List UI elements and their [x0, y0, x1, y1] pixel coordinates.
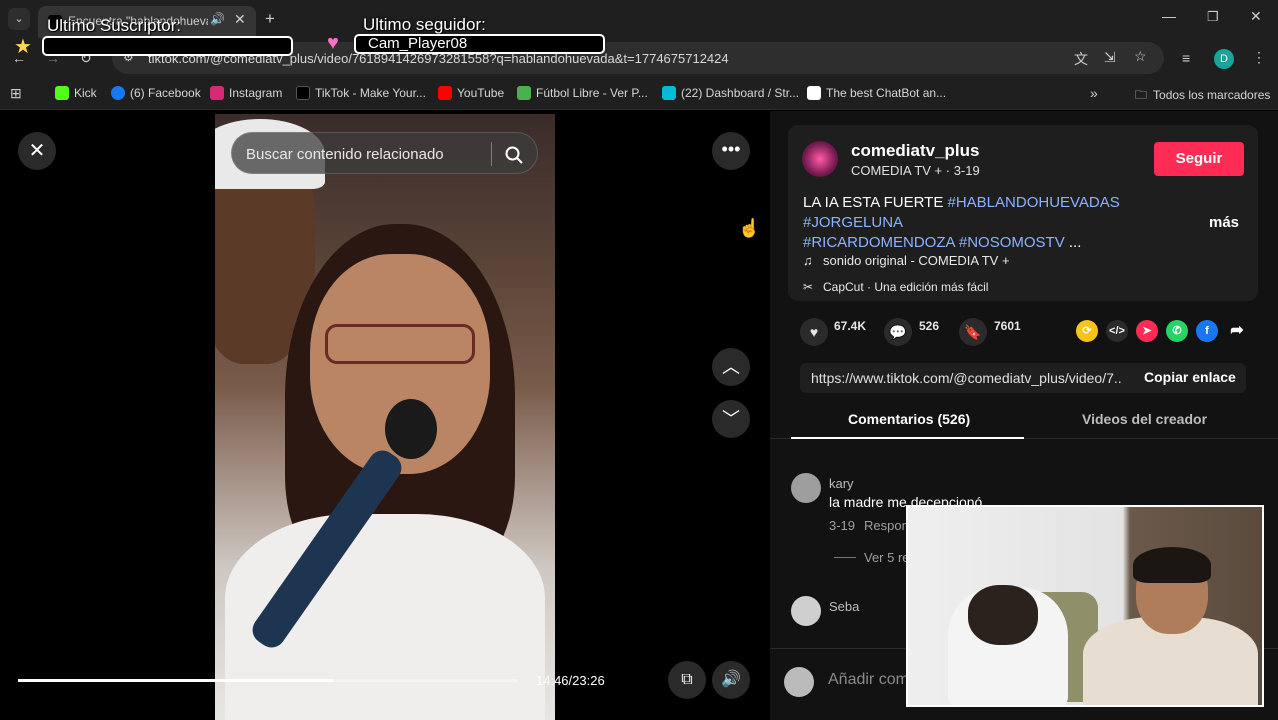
embed-icon[interactable]: </>: [1106, 320, 1128, 342]
save-count: 7601: [994, 319, 1021, 333]
dashboard-icon: [662, 86, 676, 100]
repost-icon[interactable]: ⟳: [1076, 320, 1098, 342]
microphone-head: [385, 399, 437, 459]
last-follower-value: Cam_Player08: [368, 35, 468, 52]
futbol-libre-icon: [517, 86, 531, 100]
more-link[interactable]: más: [1209, 214, 1239, 231]
share-link-text[interactable]: https://www.tiktok.com/@comediatv_plus/v…: [811, 370, 1121, 386]
time-display: 14:46/23:26: [536, 673, 605, 688]
comment-user[interactable]: Seba: [829, 599, 859, 614]
minimize-icon[interactable]: —: [1162, 8, 1176, 24]
creator-subtitle: COMEDIA TV + · 3-19: [851, 163, 980, 178]
next-video-button[interactable]: ﹀: [712, 400, 750, 438]
comment-icon[interactable]: 💬: [884, 318, 912, 346]
comment-date: 3-19: [829, 518, 856, 533]
bookmark-facebook[interactable]: (6) Facebook: [111, 86, 201, 100]
bookmark-futbol-libre[interactable]: Fútbol Libre - Ver P...: [517, 86, 648, 100]
heart-icon: ♥: [327, 32, 339, 54]
related-search-box[interactable]: [231, 132, 538, 174]
translate-icon[interactable]: 文: [1074, 49, 1088, 69]
floating-player-button[interactable]: ⧉: [668, 661, 706, 699]
install-icon[interactable]: ⇲: [1104, 49, 1116, 66]
comment-user[interactable]: kary: [829, 476, 854, 491]
star-icon: ★: [14, 36, 32, 58]
copy-link-button[interactable]: Copiar enlace: [1144, 369, 1236, 385]
apps-grid-icon[interactable]: ⊞: [10, 85, 22, 102]
youtube-icon: [438, 86, 452, 100]
more-options-button[interactable]: •••: [712, 132, 750, 170]
tab-search-icon[interactable]: ⌄: [8, 8, 30, 30]
folder-icon: 🗀: [1135, 88, 1148, 102]
like-icon[interactable]: ♥: [800, 318, 828, 346]
search-icon[interactable]: [504, 145, 524, 165]
bookmark-kick[interactable]: Kick: [55, 86, 97, 100]
music-note-icon: ♫: [803, 253, 813, 268]
share-arrow-icon[interactable]: ➦: [1226, 320, 1248, 342]
capcut-icon: ✂: [803, 280, 814, 294]
post-description: LA IA ESTA FUERTE #HABLANDOHUEVADAS #JOR…: [803, 194, 1120, 251]
share-link-box[interactable]: https://www.tiktok.com/@comediatv_plus/v…: [800, 363, 1246, 393]
progress-fill: [18, 679, 333, 682]
hashtags-line-2[interactable]: #RICARDOMENDOZA #NOSOMOSTV: [803, 234, 1065, 251]
bookmark-chatbot[interactable]: The best ChatBot an...: [807, 86, 946, 100]
bookmark-icon[interactable]: 🔖: [959, 318, 987, 346]
active-tab-indicator: [791, 437, 1024, 439]
chatbot-icon: [807, 86, 821, 100]
facebook-icon: [111, 86, 125, 100]
avatar[interactable]: [791, 473, 821, 503]
tiktok-icon: [296, 86, 310, 100]
sound-link[interactable]: ♫ sonido original - COMEDIA TV +: [803, 253, 1010, 268]
bookmark-tiktok[interactable]: TikTok - Make Your...: [296, 86, 426, 100]
whatsapp-icon[interactable]: ✆: [1166, 320, 1188, 342]
avatar[interactable]: [791, 596, 821, 626]
tab-creator-videos[interactable]: Videos del creador: [1082, 411, 1207, 427]
menu-icon[interactable]: ⋮: [1252, 49, 1266, 66]
creator-avatar[interactable]: [802, 141, 838, 177]
progress-bar[interactable]: [18, 679, 518, 682]
restore-icon[interactable]: ❐: [1207, 9, 1219, 25]
volume-button[interactable]: 🔊: [712, 661, 750, 699]
previous-video-button[interactable]: ︿: [712, 348, 750, 386]
webcam-overlay: [906, 505, 1264, 707]
comment-count: 526: [919, 319, 940, 333]
close-video-button[interactable]: ✕: [18, 132, 56, 170]
new-tab-icon[interactable]: +: [265, 9, 275, 29]
mouse-cursor-icon: ☝: [738, 218, 761, 238]
facebook-share-icon[interactable]: f: [1196, 320, 1218, 342]
close-tab-icon[interactable]: ✕: [234, 11, 246, 28]
last-subscriber-box: [42, 36, 293, 56]
like-count: 67.4K: [834, 319, 867, 333]
capcut-link[interactable]: ✂ CapCut · Una edición más fácil: [803, 280, 988, 294]
search-separator: [491, 142, 492, 166]
tab-comments[interactable]: Comentarios (526): [848, 411, 970, 427]
last-follower-label: Ultimo seguidor:: [363, 15, 486, 34]
my-avatar: [784, 667, 814, 697]
replies-line: [834, 557, 856, 558]
webcam-person-left-head: [968, 585, 1038, 645]
browser-tab-bar: ⌄ Encuentra "hablandohuevadas" 🔊 ✕ + — ❐…: [0, 0, 1278, 38]
last-follower-box: Cam_Player08: [354, 34, 605, 54]
post-info-card: comediatv_plus COMEDIA TV + · 3-19 Segui…: [788, 125, 1258, 301]
last-subscriber-label: Ultimo Suscriptor:: [47, 16, 182, 35]
related-search-input[interactable]: [246, 143, 486, 165]
bookmarks-bar: ⊞ Kick (6) Facebook Instagram TikTok - M…: [0, 78, 1278, 110]
instagram-icon: [210, 86, 224, 100]
close-window-icon[interactable]: ✕: [1250, 8, 1262, 25]
bookmark-dashboard[interactable]: (22) Dashboard / Str...: [662, 86, 799, 100]
kick-icon: [55, 86, 69, 100]
bookmark-instagram[interactable]: Instagram: [210, 86, 282, 100]
creator-username[interactable]: comediatv_plus: [851, 141, 980, 161]
speaker-icon[interactable]: 🔊: [210, 12, 225, 26]
send-icon[interactable]: ➤: [1136, 320, 1158, 342]
bookmark-youtube[interactable]: YouTube: [438, 86, 504, 100]
bookmark-star-icon[interactable]: ☆: [1134, 48, 1147, 65]
more-bookmarks-icon[interactable]: »: [1090, 85, 1098, 101]
webcam-person-right-hair: [1133, 547, 1211, 583]
video-frame[interactable]: [215, 114, 555, 720]
media-controls-icon[interactable]: ≡: [1182, 50, 1190, 66]
profile-avatar[interactable]: D: [1214, 49, 1234, 69]
girl-glasses: [325, 324, 475, 364]
follow-button[interactable]: Seguir: [1154, 142, 1244, 176]
all-bookmarks[interactable]: 🗀 Todos los marcadores: [1135, 86, 1270, 107]
